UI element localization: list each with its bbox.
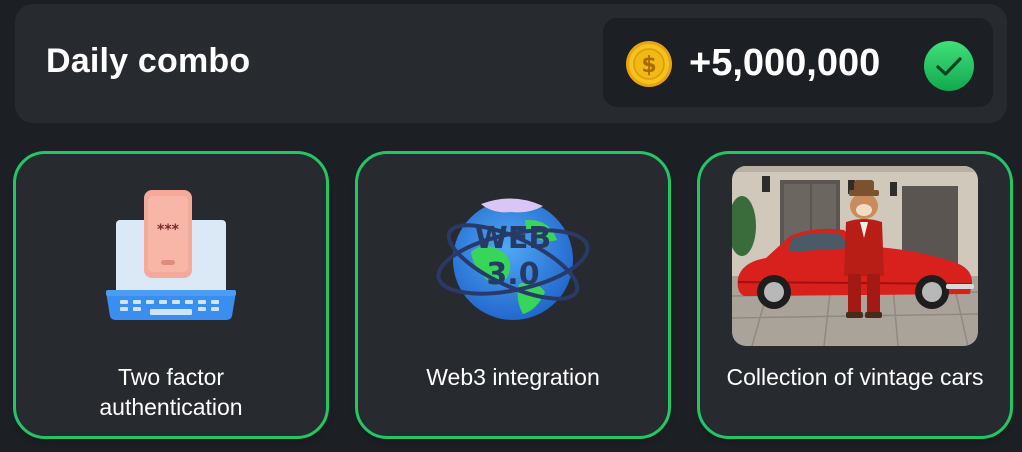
laptop-phone-password-icon: *** [106, 190, 236, 320]
combo-card-two-factor[interactable]: *** Two factor authentication [13, 151, 329, 439]
web3-icon-text-line1: WEB [475, 221, 551, 256]
combo-reward-pill: $ +5,000,000 [603, 18, 993, 107]
daily-combo-header: Daily combo $ +5,000,000 [15, 4, 1007, 123]
combo-card-label: Collection of vintage cars [726, 364, 984, 390]
combo-reward-amount: +5,000,000 [689, 42, 881, 84]
combo-card-label: Web3 integration [426, 364, 600, 390]
web3-globe-icon: WEB 3.0 [436, 198, 590, 320]
web3-icon-text-line2: 3.0 [486, 257, 539, 292]
combo-card-web3[interactable]: WEB 3.0 Web3 integration [355, 151, 671, 439]
svg-text:$: $ [641, 53, 656, 78]
combo-card-label-line: Two factor [117, 364, 225, 390]
combo-card-label-line: authentication [99, 394, 243, 420]
combo-card-label: Two factor authentication [16, 362, 326, 422]
check-icon [924, 41, 974, 91]
combo-card-vintage-cars[interactable]: Collection of vintage cars [697, 151, 1013, 439]
hamster-vintage-red-car-photo [732, 166, 978, 346]
svg-text:***: *** [157, 222, 180, 238]
gold-coin-icon: $ [626, 41, 672, 87]
daily-combo-title: Daily combo [46, 42, 251, 80]
